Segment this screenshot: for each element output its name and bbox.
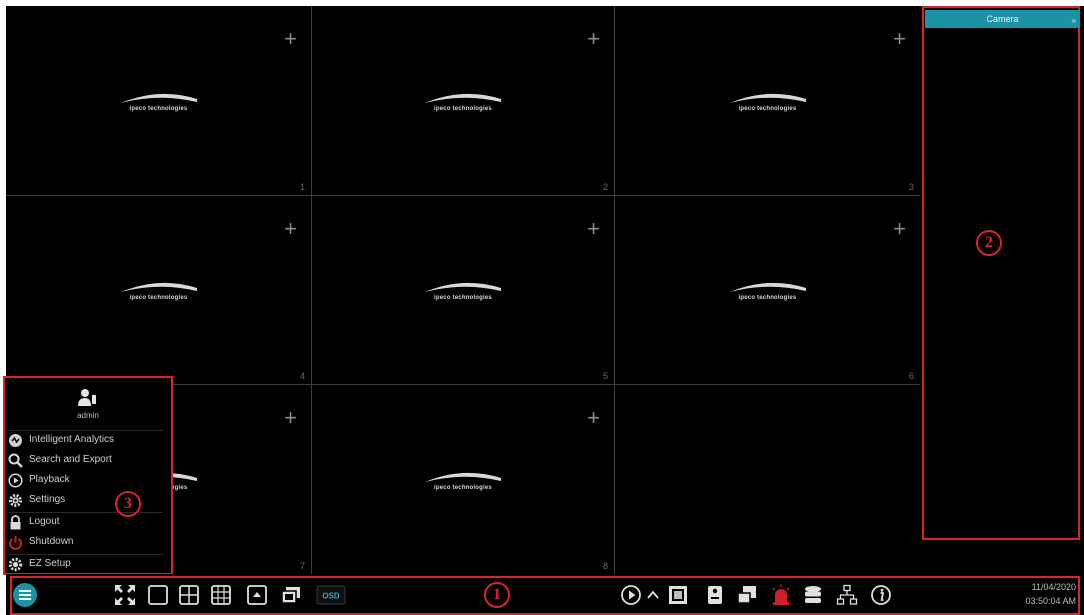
channel-number: 7 — [299, 561, 305, 571]
gear-icon — [9, 494, 22, 507]
camera-tile[interactable]: + ipeco technologies 1 — [6, 6, 311, 195]
camera-tile-empty[interactable] — [615, 385, 920, 574]
logo-text: ipeco technologies — [434, 295, 492, 301]
grid-divider — [614, 6, 615, 574]
camera-panel-title-text: Camera — [986, 14, 1019, 24]
pin-icon[interactable]: » — [1072, 12, 1076, 30]
layout-1-icon[interactable] — [147, 584, 169, 606]
ipeco-logo: ipeco technologies — [119, 279, 199, 301]
camera-tile[interactable]: + ipeco technologies 2 — [312, 6, 614, 195]
snapshot-icon[interactable] — [667, 584, 689, 606]
callout-box-2 — [922, 6, 1080, 540]
plus-icon[interactable]: + — [587, 218, 600, 240]
search-icon — [8, 453, 23, 468]
logo-text: ipeco technologies — [129, 295, 188, 301]
fullscreen-icon[interactable] — [114, 584, 136, 606]
camera-tile[interactable]: + ipeco technologies 8 — [312, 385, 614, 574]
user-section: admin — [5, 378, 171, 428]
menu-item-label: Search and Export — [29, 454, 112, 465]
menu-item-label: EZ Setup — [29, 558, 71, 569]
camera-panel: Camera » 2 — [920, 6, 1084, 574]
camera-tile[interactable]: + ipeco technologies 5 — [312, 196, 614, 384]
datetime: 11/04/2020 03:50:04 AM — [1025, 580, 1076, 608]
start-menu-icon[interactable] — [12, 582, 38, 608]
callout-1: 1 — [484, 582, 510, 608]
logo-text: ipeco technologies — [738, 295, 797, 301]
storage-icon[interactable] — [802, 584, 824, 606]
camera-tile[interactable]: + ipeco technologies 4 — [6, 196, 311, 384]
nvr-live-view: + ipeco technologies 1 + ipeco technolog… — [0, 0, 1084, 615]
plus-icon[interactable]: + — [284, 218, 297, 240]
menu-item-playback[interactable]: Playback — [8, 471, 166, 490]
power-icon — [9, 536, 22, 550]
plus-icon[interactable]: + — [284, 28, 297, 50]
menu-item-logout[interactable]: Logout — [8, 513, 166, 532]
camera-tile[interactable]: + ipeco technologies 3 — [615, 6, 920, 195]
channel-number: 5 — [602, 371, 608, 381]
logo-text: ipeco technologies — [434, 105, 492, 112]
osd-icon[interactable]: OSD — [316, 585, 346, 605]
channel-number: 3 — [908, 182, 914, 192]
pip-icon[interactable] — [246, 584, 268, 606]
time-text: 03:50:04 AM — [1025, 596, 1076, 606]
menu-item-intelligent-analytics[interactable]: Intelligent Analytics — [8, 431, 166, 450]
menu-item-label: Settings — [29, 494, 66, 505]
ipeco-logo: ipeco technologies — [728, 279, 808, 301]
plus-icon[interactable]: + — [893, 218, 906, 240]
user-icon — [78, 389, 96, 406]
logo-text: ipeco technologies — [129, 105, 188, 112]
menu-item-label: Intelligent Analytics — [29, 434, 115, 445]
camera-panel-title[interactable]: Camera » — [925, 10, 1080, 28]
ipeco-logo: ipeco technologies — [119, 90, 199, 112]
plus-icon[interactable]: + — [587, 28, 600, 50]
user-name: admin — [77, 411, 99, 420]
ipeco-logo: ipeco technologies — [423, 469, 503, 491]
menu-item-ez-setup[interactable]: EZ Setup — [8, 555, 166, 574]
plus-icon[interactable]: + — [587, 407, 600, 429]
grid-divider — [311, 6, 312, 574]
lock-icon — [10, 515, 21, 530]
sequence-play-icon[interactable] — [620, 584, 642, 606]
channel-number: 4 — [299, 371, 305, 381]
callout-2: 2 — [976, 230, 1002, 256]
logo-text: ipeco technologies — [434, 484, 492, 491]
callout-box-1 — [10, 576, 1080, 615]
callout-3: 3 — [115, 491, 141, 517]
layout-4-icon[interactable] — [178, 584, 200, 606]
menu-item-shutdown[interactable]: Shutdown — [8, 533, 166, 552]
date-text: 11/04/2020 — [1031, 582, 1076, 592]
menu-item-label: Shutdown — [29, 536, 74, 547]
info-icon[interactable] — [870, 584, 892, 606]
menu-item-settings[interactable]: Settings — [8, 491, 166, 510]
plus-icon[interactable]: + — [893, 28, 906, 50]
camera-tile[interactable]: + ipeco technologies 6 — [615, 196, 920, 384]
start-menu: admin Intelligent Analytics Search and E… — [3, 376, 173, 575]
ipeco-logo: ipeco technologies — [423, 279, 503, 301]
playback-icon — [8, 473, 23, 488]
logo-text: ipeco technologies — [738, 105, 797, 112]
channel-number: 1 — [299, 182, 305, 192]
channel-number: 8 — [602, 561, 608, 571]
disk-icon[interactable] — [704, 584, 726, 606]
record-icon[interactable] — [736, 584, 758, 606]
grid-divider — [6, 195, 920, 196]
ipeco-logo: ipeco technologies — [728, 90, 808, 112]
network-icon[interactable] — [836, 584, 858, 606]
plus-icon[interactable]: + — [284, 407, 297, 429]
bottom-toolbar: OSD 1 11/04/2020 03:50:04 AM — [6, 574, 1084, 615]
menu-item-search-and-export[interactable]: Search and Export — [8, 451, 166, 470]
channel-number: 2 — [602, 182, 608, 192]
menu-item-label: Logout — [29, 516, 60, 527]
alarm-icon[interactable] — [770, 584, 792, 606]
osd-label: OSD — [322, 592, 340, 601]
layout-9-icon[interactable] — [210, 584, 232, 606]
ipeco-logo: ipeco technologies — [423, 90, 503, 112]
multi-screen-icon[interactable] — [280, 584, 302, 606]
expand-up-icon[interactable] — [646, 584, 660, 606]
channel-number: 6 — [908, 371, 914, 381]
analytics-icon — [9, 434, 22, 447]
menu-item-label: Playback — [29, 474, 70, 485]
ez-setup-icon — [8, 557, 23, 572]
